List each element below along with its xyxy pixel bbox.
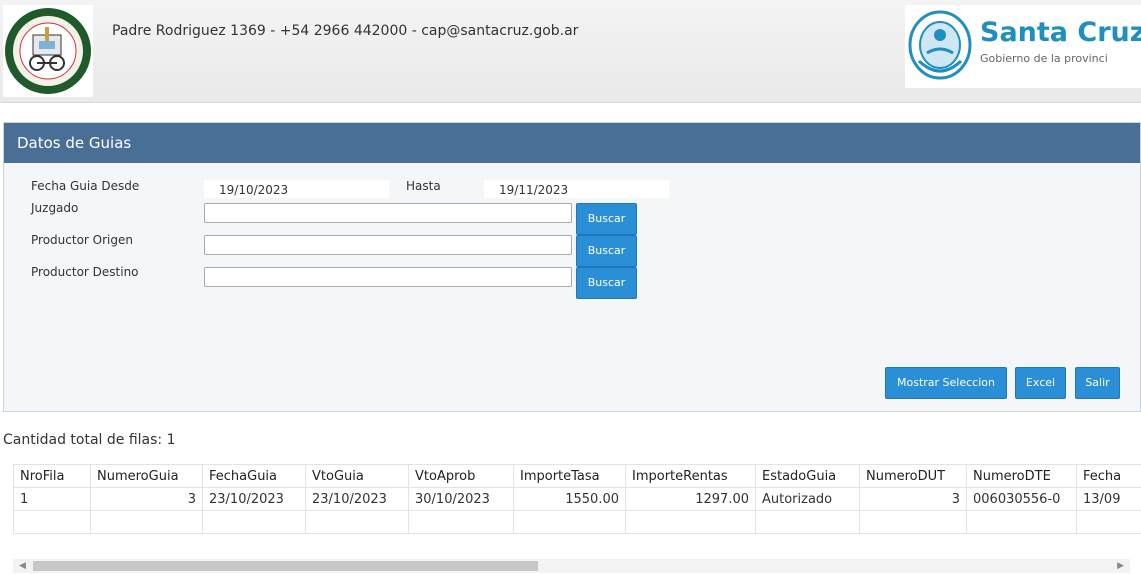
column-header[interactable]: ImporteTasa <box>513 464 626 488</box>
fecha-desde-label: Fecha Guia Desde <box>31 179 140 193</box>
column-header[interactable]: VtoGuia <box>305 464 409 488</box>
column-header[interactable]: NumeroGuia <box>90 464 203 488</box>
column-header[interactable]: EstadoGuia <box>755 464 860 488</box>
page-header: Padre Rodriguez 1369 - +54 2966 442000 -… <box>0 0 1141 103</box>
column-header[interactable]: Fecha <box>1076 464 1141 488</box>
cell-nrofila: 1 <box>13 487 91 511</box>
brand-title: Santa Cruz <box>980 17 1141 48</box>
hasta-label: Hasta <box>406 179 441 193</box>
cell-numerodte: 006030556-0 <box>966 487 1077 511</box>
cell-numerodut: 3 <box>859 487 967 511</box>
row-count-text: Cantidad total de filas: 1 <box>3 432 176 448</box>
juzgado-input[interactable] <box>204 203 572 223</box>
scroll-right-icon[interactable]: ▶ <box>1117 559 1124 573</box>
buscar-juzgado-button[interactable]: Buscar <box>576 203 637 235</box>
column-header[interactable]: NumeroDTE <box>966 464 1077 488</box>
salir-button[interactable]: Salir <box>1075 367 1120 399</box>
cell-numeroguia: 3 <box>90 487 203 511</box>
productor-destino-input[interactable] <box>204 267 572 287</box>
fecha-desde-field[interactable]: 19/10/2023 <box>204 180 389 198</box>
scrollbar-thumb[interactable] <box>33 561 538 571</box>
horizontal-scrollbar[interactable]: ◀ ▶ <box>13 559 1130 573</box>
buscar-origen-button[interactable]: Buscar <box>576 235 637 267</box>
cell-importerentas: 1297.00 <box>625 487 756 511</box>
panel-title: Datos de Guias <box>4 123 1140 163</box>
column-header[interactable]: ImporteRentas <box>625 464 756 488</box>
productor-origen-label: Productor Origen <box>31 233 133 247</box>
results-grid: NroFila NumeroGuia FechaGuia VtoGuia Vto… <box>13 464 1141 534</box>
cell-importetasa: 1550.00 <box>513 487 626 511</box>
brand-subtitle: Gobierno de la provinci <box>980 52 1108 65</box>
mostrar-seleccion-button[interactable]: Mostrar Seleccion <box>885 367 1007 399</box>
column-header[interactable]: FechaGuia <box>202 464 306 488</box>
santa-cruz-brand: Santa Cruz Gobierno de la provinci <box>905 5 1141 88</box>
cell-fecha: 13/09 <box>1076 487 1141 511</box>
hasta-field[interactable]: 19/11/2023 <box>484 180 669 198</box>
results-table: NroFila NumeroGuia FechaGuia VtoGuia Vto… <box>13 464 1141 534</box>
datos-guias-panel: Datos de Guias Fecha Guia Desde 19/10/20… <box>3 122 1141 412</box>
cell-estadoguia: Autorizado <box>755 487 860 511</box>
santa-cruz-emblem-icon <box>908 10 972 80</box>
juzgado-label: Juzgado <box>31 201 79 215</box>
column-header[interactable]: NroFila <box>13 464 91 488</box>
contact-info: Padre Rodriguez 1369 - +54 2966 442000 -… <box>112 23 579 39</box>
table-row[interactable]: 1 3 23/10/2023 23/10/2023 30/10/2023 155… <box>13 487 1141 511</box>
cell-vtoguia: 23/10/2023 <box>305 487 409 511</box>
scroll-left-icon[interactable]: ◀ <box>19 559 26 573</box>
cell-vtoaprob: 30/10/2023 <box>408 487 514 511</box>
column-header[interactable]: VtoAprob <box>408 464 514 488</box>
consejo-agrario-logo <box>3 5 93 97</box>
table-row-empty <box>13 510 1141 534</box>
cell-fechaguia: 23/10/2023 <box>202 487 306 511</box>
excel-button[interactable]: Excel <box>1015 367 1066 399</box>
productor-origen-input[interactable] <box>204 235 572 255</box>
table-header-row: NroFila NumeroGuia FechaGuia VtoGuia Vto… <box>13 464 1141 488</box>
productor-destino-label: Productor Destino <box>31 265 139 279</box>
buscar-destino-button[interactable]: Buscar <box>576 267 637 299</box>
column-header[interactable]: NumeroDUT <box>859 464 967 488</box>
